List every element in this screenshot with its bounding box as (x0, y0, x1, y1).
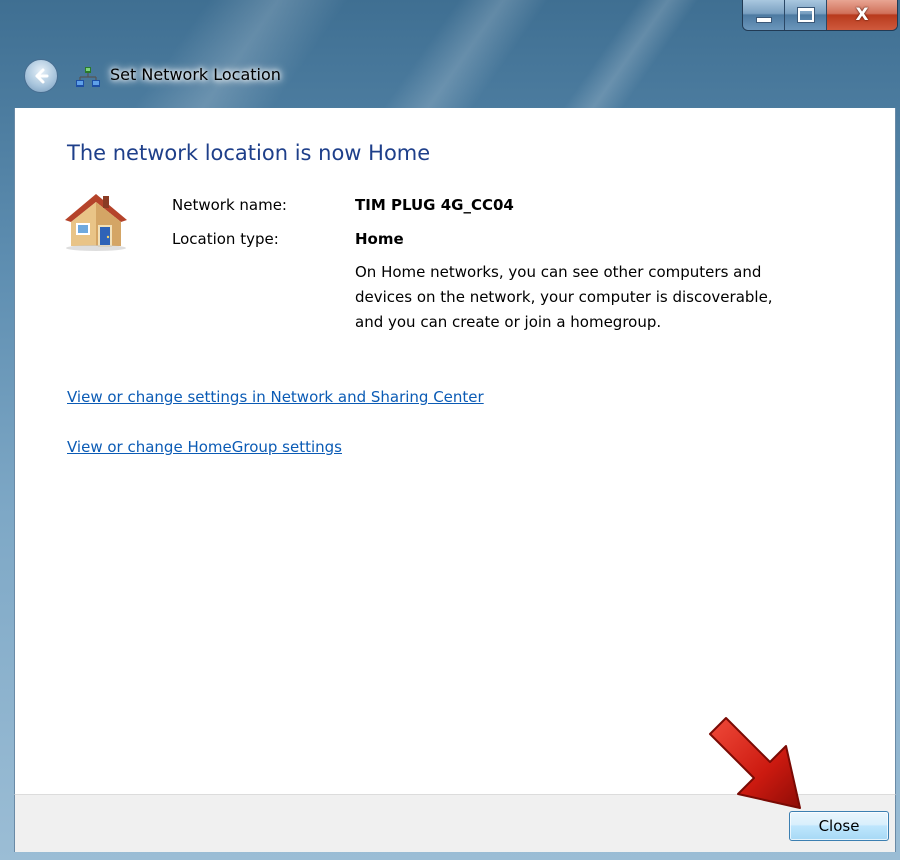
back-arrow-icon (35, 68, 49, 84)
red-arrow-icon (709, 717, 801, 809)
window-frame-bottom (0, 852, 900, 860)
homegroup-settings-link[interactable]: View or change HomeGroup settings (67, 436, 342, 458)
close-icon: X (855, 5, 869, 25)
network-name-label: Network name: (172, 196, 287, 214)
caption-buttons: X (742, 0, 898, 31)
maximize-icon (797, 8, 814, 22)
content-area: The network location is now Home Network… (14, 108, 896, 794)
house-icon (65, 194, 127, 251)
network-name-value: TIM PLUG 4G_CC04 (355, 196, 514, 214)
location-type-value: Home (355, 230, 404, 248)
window-title: Set Network Location (110, 65, 281, 84)
minimize-button[interactable] (743, 0, 785, 30)
glass-reflection (381, 0, 549, 110)
maximize-button[interactable] (785, 0, 827, 30)
network-sharing-center-link[interactable]: View or change settings in Network and S… (67, 386, 484, 408)
title-bar[interactable]: X Set Network Location (0, 0, 900, 110)
window-close-button[interactable]: X (827, 0, 897, 30)
page-title: The network location is now Home (67, 141, 431, 165)
location-description: On Home networks, you can see other comp… (355, 263, 773, 331)
back-button[interactable] (24, 59, 58, 93)
network-icon (76, 67, 100, 87)
glass-reflection (131, 0, 349, 110)
dialog-window: X Set Network Location The network locat… (0, 0, 900, 860)
location-type-label: Location type: (172, 230, 279, 248)
glass-reflection (561, 0, 699, 110)
minimize-icon (755, 17, 772, 23)
